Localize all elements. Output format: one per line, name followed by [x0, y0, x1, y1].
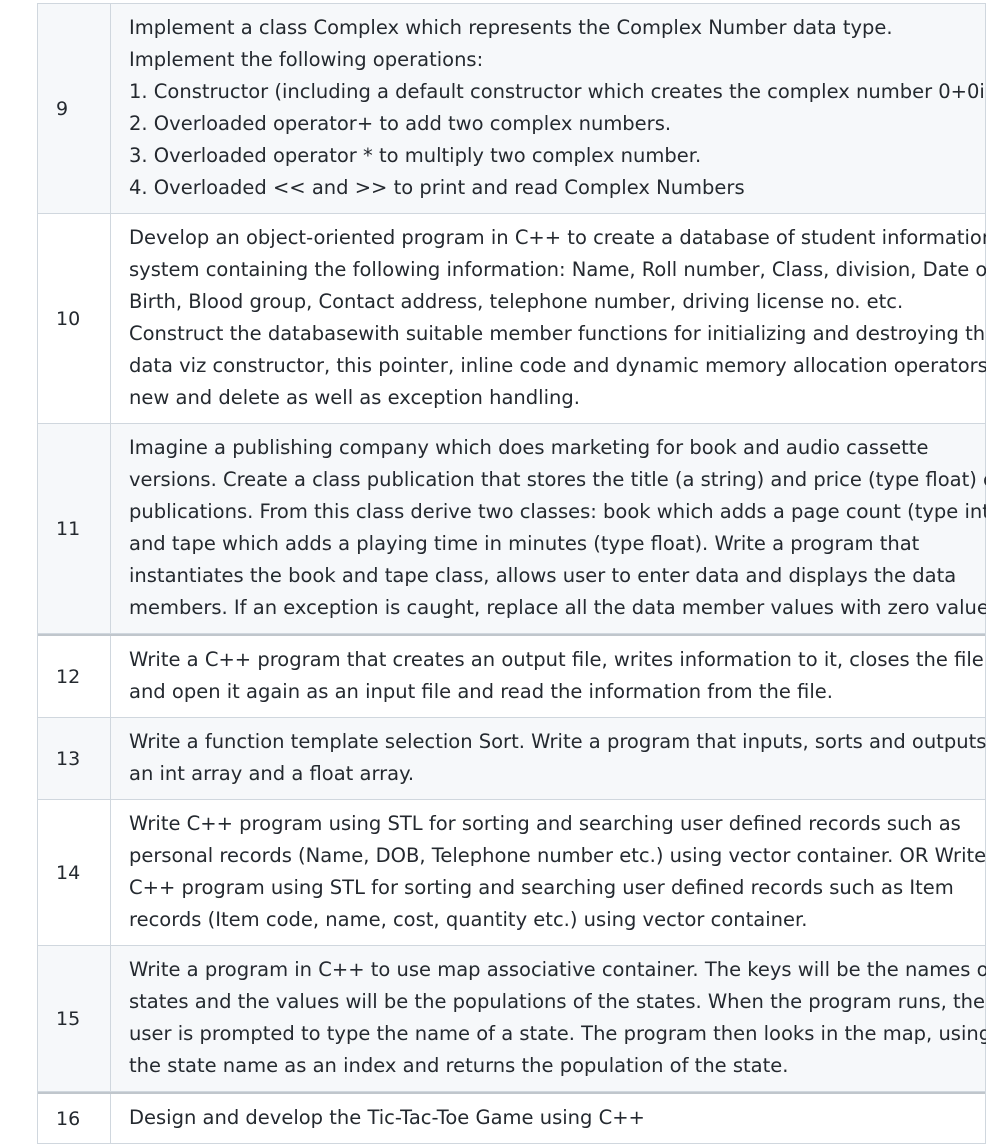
- row-description: Write a function template selection Sort…: [111, 718, 986, 799]
- description-line: and tape which adds a playing time in mi…: [129, 532, 920, 555]
- description-line: C++ program using STL for sorting and se…: [129, 876, 954, 899]
- description-line: Write a function template selection Sort…: [129, 730, 986, 753]
- description-line: publications. From this class derive two…: [129, 500, 986, 523]
- description-line: the state name as an index and returns t…: [129, 1054, 789, 1077]
- row-number: 9: [38, 4, 111, 213]
- description-line: Develop an object-oriented program in C+…: [129, 226, 986, 249]
- description-line: system containing the following informat…: [129, 258, 986, 281]
- row-number: 10: [38, 214, 111, 423]
- assignment-table: 9 Implement a class Complex which repres…: [37, 3, 986, 1144]
- row-description: Develop an object-oriented program in C+…: [111, 214, 986, 423]
- table-row: 12 Write a C++ program that creates an o…: [38, 634, 985, 718]
- description-line: Write a C++ program that creates an outp…: [129, 648, 984, 671]
- description-line: Implement the following operations:: [129, 48, 484, 71]
- description-line: Birth, Blood group, Contact address, tel…: [129, 290, 904, 313]
- description-line: 4. Overloaded << and >> to print and rea…: [129, 176, 745, 199]
- description-line: 3. Overloaded operator * to multiply two…: [129, 144, 702, 167]
- row-description: Write C++ program using STL for sorting …: [111, 800, 986, 945]
- row-number: 15: [38, 946, 111, 1091]
- table-row: 11 Imagine a publishing company which do…: [38, 424, 986, 634]
- row-number: 13: [38, 718, 111, 799]
- table-row: 10 Develop an object-oriented program in…: [38, 214, 986, 424]
- description-line: states and the values will be the popula…: [129, 990, 986, 1013]
- description-line: Construct the databasewith suitable memb…: [129, 322, 986, 345]
- row-number: 11: [38, 424, 111, 633]
- description-line: 2. Overloaded operator+ to add two compl…: [129, 112, 672, 135]
- table-row: 9 Implement a class Complex which repres…: [38, 4, 986, 214]
- description-line: Design and develop the Tic-Tac-Toe Game …: [129, 1106, 645, 1129]
- row-description: Write a program in C++ to use map associ…: [111, 946, 986, 1091]
- table-row: 15 Write a program in C++ to use map ass…: [38, 946, 986, 1092]
- row-number: 14: [38, 800, 111, 945]
- row-number: 12: [38, 636, 111, 717]
- description-line: data viz constructor, this pointer, inli…: [129, 354, 986, 377]
- description-line: and open it again as an input file and r…: [129, 680, 833, 703]
- table-row: 13 Write a function template selection S…: [38, 718, 986, 800]
- description-line: Write C++ program using STL for sorting …: [129, 812, 961, 835]
- row-description: Write a C++ program that creates an outp…: [111, 636, 986, 717]
- description-line: Imagine a publishing company which does …: [129, 436, 929, 459]
- table-row: 14 Write C++ program using STL for sorti…: [38, 800, 986, 946]
- description-line: new and delete as well as exception hand…: [129, 386, 580, 409]
- description-line: instantiates the book and tape class, al…: [129, 564, 957, 587]
- description-line: versions. Create a class publication tha…: [129, 468, 986, 491]
- description-line: Implement a class Complex which represen…: [129, 16, 893, 39]
- table-row: 16 Design and develop the Tic-Tac-Toe Ga…: [38, 1092, 985, 1144]
- row-number: 16: [38, 1094, 111, 1143]
- row-description: Implement a class Complex which represen…: [111, 4, 986, 213]
- description-line: user is prompted to type the name of a s…: [129, 1022, 986, 1045]
- description-line: personal records (Name, DOB, Telephone n…: [129, 844, 986, 867]
- row-description: Design and develop the Tic-Tac-Toe Game …: [111, 1094, 985, 1143]
- row-description: Imagine a publishing company which does …: [111, 424, 986, 633]
- description-line: 1. Constructor (including a default cons…: [129, 80, 986, 103]
- description-line: members. If an exception is caught, repl…: [129, 596, 986, 619]
- description-line: Write a program in C++ to use map associ…: [129, 958, 986, 981]
- description-line: records (Item code, name, cost, quantity…: [129, 908, 808, 931]
- description-line: an int array and a float array.: [129, 762, 415, 785]
